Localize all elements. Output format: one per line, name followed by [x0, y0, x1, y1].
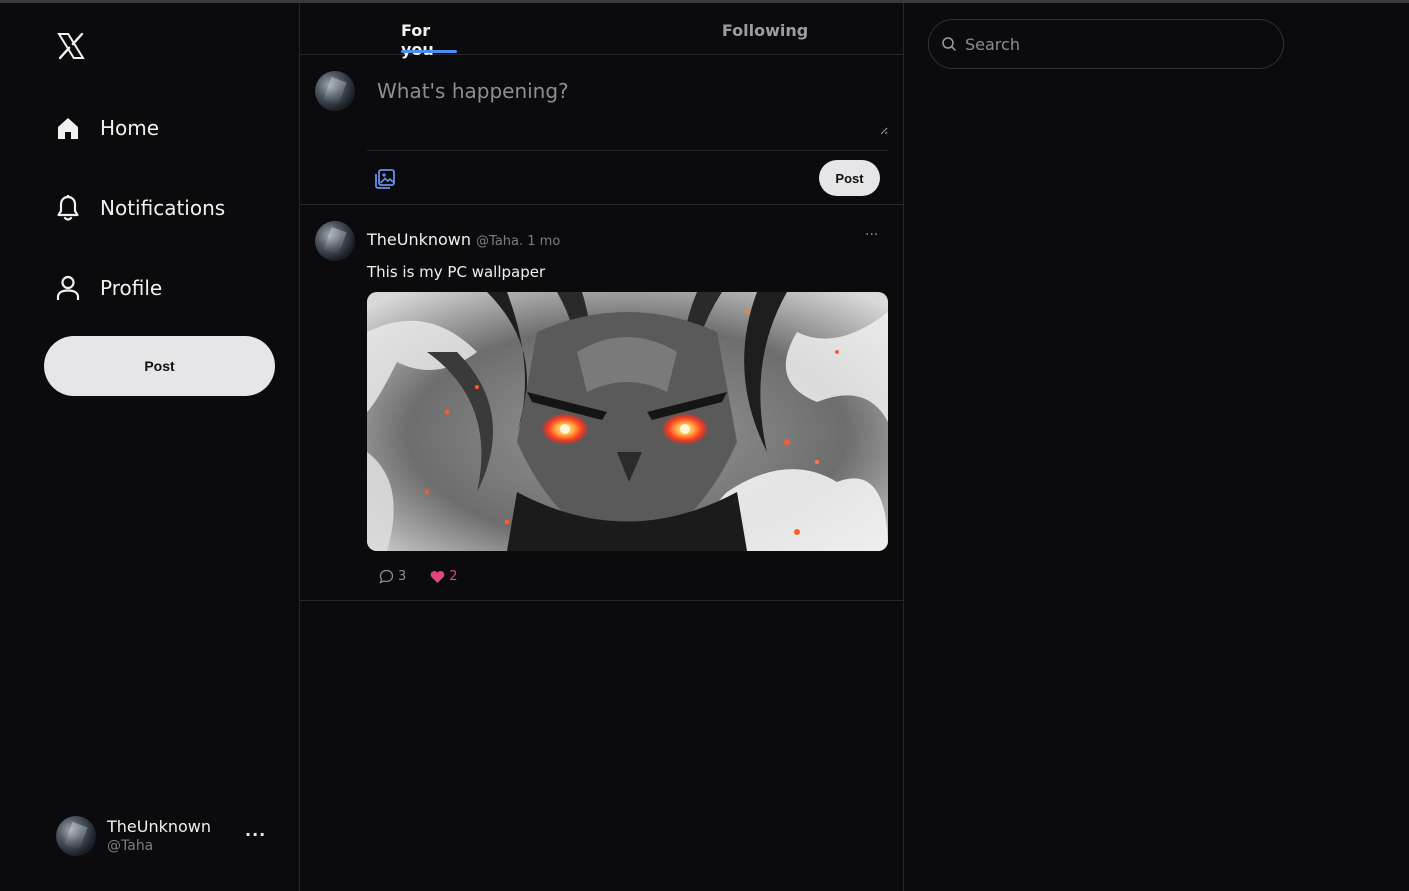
search-input[interactable] [965, 34, 1265, 54]
heart-icon [430, 570, 445, 584]
home-icon [54, 114, 82, 142]
post-text: This is my PC wallpaper [367, 263, 546, 281]
divider [367, 150, 888, 151]
image-gallery-icon[interactable] [373, 167, 397, 191]
feed-post[interactable]: TheUnknown @Taha. 1 mo ··· This is my PC… [300, 205, 904, 601]
bell-icon [54, 194, 82, 222]
like-count: 2 [449, 569, 458, 584]
avatar [315, 71, 355, 111]
reply-count: 3 [398, 569, 407, 584]
compose-input[interactable] [367, 69, 888, 135]
nav-profile[interactable]: Profile [54, 268, 162, 308]
sidebar-post-button[interactable]: Post [44, 336, 275, 396]
comment-icon [379, 569, 394, 584]
tab-for-you[interactable]: For you [401, 3, 457, 59]
user-icon [54, 274, 82, 302]
timeline-tabs: For you Following [300, 3, 904, 59]
tab-for-you-label: For you [401, 21, 434, 59]
compose-post-button[interactable]: Post [819, 160, 880, 196]
account-switcher[interactable]: TheUnknown @Taha ··· [56, 815, 276, 857]
post-author-name[interactable]: TheUnknown [367, 230, 471, 249]
post-handle-time: @Taha. 1 mo [476, 234, 561, 249]
post-image[interactable] [367, 292, 888, 551]
tab-following-label: Following [721, 21, 809, 40]
nav-profile-label: Profile [100, 276, 163, 300]
nav-home[interactable]: Home [54, 108, 159, 148]
nav-home-label: Home [100, 116, 160, 140]
tab-following[interactable]: Following [721, 3, 809, 55]
reply-button[interactable]: 3 [379, 569, 406, 584]
active-tab-indicator [401, 50, 457, 53]
post-header: TheUnknown @Taha. 1 mo [367, 230, 560, 249]
nav-notifications-label: Notifications [100, 196, 226, 220]
more-icon[interactable]: ··· [865, 227, 878, 243]
search-icon [941, 36, 957, 52]
like-button[interactable]: 2 [430, 569, 458, 584]
search-box[interactable] [928, 19, 1284, 69]
post-actions: 3 2 [379, 569, 458, 584]
left-sidebar: Home Notifications Profile Post TheUnkno… [0, 3, 300, 891]
post-composer: Post [300, 55, 904, 205]
account-handle: @Taha [107, 838, 154, 854]
more-icon[interactable]: ··· [245, 825, 266, 844]
avatar [56, 816, 96, 856]
main-timeline: For you Following Post TheUnknown @Taha.… [300, 3, 904, 891]
x-logo-icon[interactable] [56, 31, 86, 61]
account-name: TheUnknown [107, 817, 212, 836]
right-sidebar [904, 3, 1409, 891]
nav-notifications[interactable]: Notifications [54, 188, 225, 228]
avatar[interactable] [315, 221, 355, 261]
